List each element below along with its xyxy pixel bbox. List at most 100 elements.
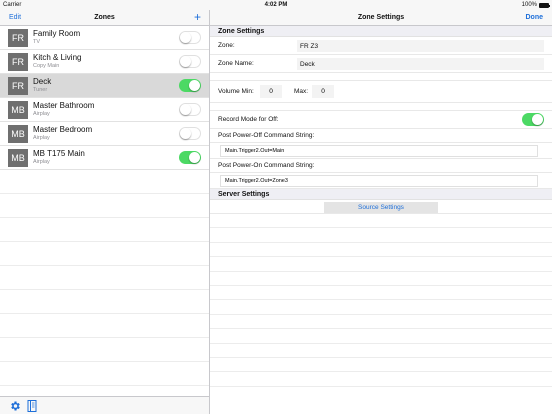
add-zone-button[interactable]: +: [194, 11, 201, 23]
zone-name-field[interactable]: [297, 58, 544, 70]
status-time: 4:02 PM: [264, 2, 288, 8]
zone-badge: FR: [8, 29, 28, 47]
empty-row: [0, 314, 209, 338]
zone-row[interactable]: FR Kitch & Living Copy Main: [0, 50, 209, 74]
battery-indicator: 100%: [521, 2, 550, 8]
toggle-knob: [532, 114, 543, 125]
empty-row: [0, 362, 209, 386]
empty-row: [0, 218, 209, 242]
zone-source: Tuner: [33, 87, 48, 93]
zone-settings-pane: Zone Settings Done Zone Settings Zone: Z…: [210, 10, 552, 414]
status-bar: Carrier 4:02 PM 100%: [0, 0, 552, 10]
server-settings-header: Server Settings: [210, 189, 552, 200]
empty-row: [210, 315, 552, 330]
zone-power-toggle[interactable]: [179, 103, 201, 116]
volume-max-label: Max:: [294, 88, 309, 95]
empty-row: [0, 242, 209, 266]
zone-source: Copy Main: [33, 63, 60, 69]
zone-name-row: Zone Name:: [210, 55, 552, 73]
zone-list: FR Family Room TV FR Kitch & Living Copy Main…: [0, 26, 209, 170]
zones-navbar: Edit Zones +: [0, 10, 209, 26]
volume-min-label: Volume Min:: [218, 88, 254, 95]
empty-row: [210, 286, 552, 301]
zone-row: Zone:: [210, 37, 552, 55]
zones-title: Zones: [94, 14, 115, 21]
zone-power-toggle[interactable]: [179, 31, 201, 44]
zone-field[interactable]: [297, 40, 544, 52]
battery-icon: [539, 2, 550, 8]
zone-row[interactable]: MB Master Bathroom Airplay: [0, 98, 209, 122]
battery-percent: 100%: [521, 2, 537, 8]
toggle-knob: [180, 32, 191, 43]
settings-title: Zone Settings: [357, 14, 405, 21]
empty-row: [0, 290, 209, 314]
volume-min-field[interactable]: [260, 85, 282, 98]
zone-name: Master Bedroom: [33, 125, 93, 134]
zone-power-toggle[interactable]: [179, 79, 201, 92]
empty-row: [210, 300, 552, 315]
post-off-field[interactable]: [220, 145, 538, 157]
zone-row[interactable]: MB MB T175 Main Airplay: [0, 146, 209, 170]
empty-row: [210, 257, 552, 272]
volume-max-field[interactable]: [312, 85, 334, 98]
zone-badge: MB: [8, 125, 28, 143]
post-off-label: Post Power-Off Command String:: [210, 129, 552, 143]
empty-row: [0, 170, 209, 194]
zone-badge: MB: [8, 149, 28, 167]
toggle-knob: [180, 104, 191, 115]
record-mode-label: Record Mode for Off:: [218, 116, 279, 123]
zone-source: Airplay: [33, 135, 50, 141]
empty-row: [210, 358, 552, 373]
post-off-row: [210, 143, 552, 159]
source-settings-button[interactable]: Source Settings: [324, 202, 438, 213]
spacer: [210, 103, 552, 111]
empty-row: [210, 214, 552, 229]
zone-list-empty: [0, 170, 209, 386]
empty-row: [210, 228, 552, 243]
spacer: [210, 73, 552, 81]
zone-badge: MB: [8, 101, 28, 119]
empty-row: [210, 272, 552, 286]
zone-source: Airplay: [33, 111, 50, 117]
post-on-label: Post Power-On Command String:: [210, 159, 552, 173]
done-button[interactable]: Done: [526, 14, 544, 21]
zone-power-toggle[interactable]: [179, 127, 201, 140]
zone-source: TV: [33, 39, 41, 45]
zone-name: Deck: [33, 77, 52, 86]
toggle-knob: [180, 128, 191, 139]
zone-name: MB T175 Main: [33, 149, 85, 158]
toggle-knob: [180, 56, 191, 67]
record-mode-row: Record Mode for Off:: [210, 111, 552, 129]
empty-row: [0, 266, 209, 290]
zone-label: Zone:: [218, 42, 235, 49]
zone-source: Airplay: [33, 159, 50, 165]
zone-badge: FR: [8, 77, 28, 95]
post-on-row: [210, 173, 552, 189]
zone-row[interactable]: MB Master Bedroom Airplay: [0, 122, 209, 146]
gear-icon[interactable]: [9, 400, 21, 412]
zone-power-toggle[interactable]: [179, 55, 201, 68]
zone-settings-header: Zone Settings: [210, 26, 552, 37]
book-icon[interactable]: [27, 400, 37, 412]
zone-name: Family Room: [33, 29, 81, 38]
zones-pane: Edit Zones + FR Family Room TV FR Kitch & Li…: [0, 10, 209, 414]
zone-row[interactable]: FR Deck Tuner: [0, 74, 209, 98]
zone-row[interactable]: FR Family Room TV: [0, 26, 209, 50]
settings-navbar: Zone Settings Done: [210, 10, 552, 26]
post-on-field[interactable]: [220, 175, 538, 187]
record-mode-toggle[interactable]: [522, 113, 544, 126]
zone-power-toggle[interactable]: [179, 151, 201, 164]
empty-row: [210, 344, 552, 358]
empty-row: [0, 338, 209, 362]
source-settings-row: Source Settings: [210, 200, 552, 214]
toggle-knob: [189, 80, 200, 91]
empty-row: [210, 243, 552, 258]
zone-name: Kitch & Living: [33, 53, 82, 62]
settings-empty-rows: [210, 214, 552, 387]
bottom-toolbar: [0, 396, 209, 414]
toggle-knob: [189, 152, 200, 163]
zone-badge: FR: [8, 53, 28, 71]
volume-row: Volume Min: Max:: [210, 81, 552, 103]
empty-row: [210, 372, 552, 387]
zone-name-label: Zone Name:: [218, 60, 254, 67]
